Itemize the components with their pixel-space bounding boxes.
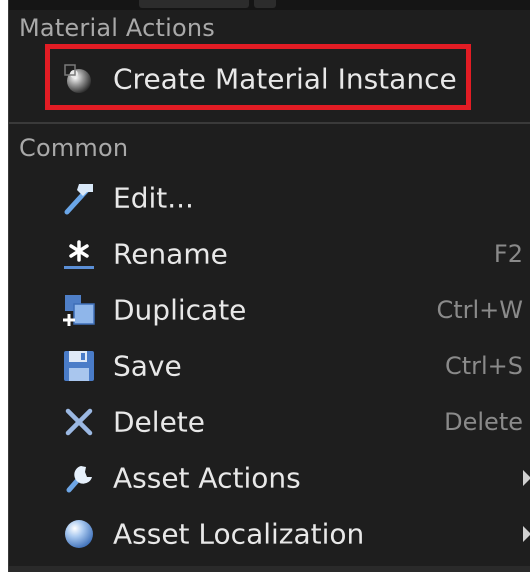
wrench-icon (61, 460, 97, 496)
submenu-arrow-icon (523, 470, 530, 486)
menu-item-label: Edit... (113, 181, 194, 215)
shortcut-label: Delete (444, 408, 523, 436)
menu-item-label: Rename (113, 237, 228, 271)
top-tab (254, 0, 276, 8)
menu-item-save[interactable]: Save Ctrl+S (9, 341, 530, 391)
submenu-arrow-icon (523, 526, 530, 542)
section-divider (9, 122, 530, 124)
shortcut-label: F2 (493, 240, 523, 268)
menu-item-asset-localization[interactable]: Asset Localization (9, 509, 530, 559)
menu-item-label: Delete (113, 405, 205, 439)
duplicate-icon (61, 292, 97, 328)
menu-item-label: Asset Localization (113, 517, 365, 551)
shortcut-label: Ctrl+S (444, 352, 523, 380)
menu-item-edit[interactable]: Edit... (9, 173, 530, 223)
menu-top-strip (9, 0, 530, 10)
menu-bottom-edge (9, 566, 530, 572)
rename-icon (61, 236, 97, 272)
save-icon (61, 348, 97, 384)
context-menu: Material Actions Create Material Instanc… (8, 0, 530, 572)
menu-item-duplicate[interactable]: Duplicate Ctrl+W (9, 285, 530, 335)
menu-item-rename[interactable]: Rename F2 (9, 229, 530, 279)
highlight-box (45, 44, 471, 110)
section-header-common: Common (19, 134, 129, 162)
globe-icon (61, 516, 97, 552)
section-header-material-actions: Material Actions (19, 14, 215, 42)
edit-hammer-icon (61, 180, 97, 216)
menu-item-label: Duplicate (113, 293, 247, 327)
menu-item-asset-actions[interactable]: Asset Actions (9, 453, 530, 503)
top-tab (139, 0, 249, 8)
menu-item-label: Asset Actions (113, 461, 301, 495)
shortcut-label: Ctrl+W (436, 296, 523, 324)
menu-item-delete[interactable]: Delete Delete (9, 397, 530, 447)
menu-item-label: Save (113, 349, 182, 383)
delete-icon (61, 404, 97, 440)
